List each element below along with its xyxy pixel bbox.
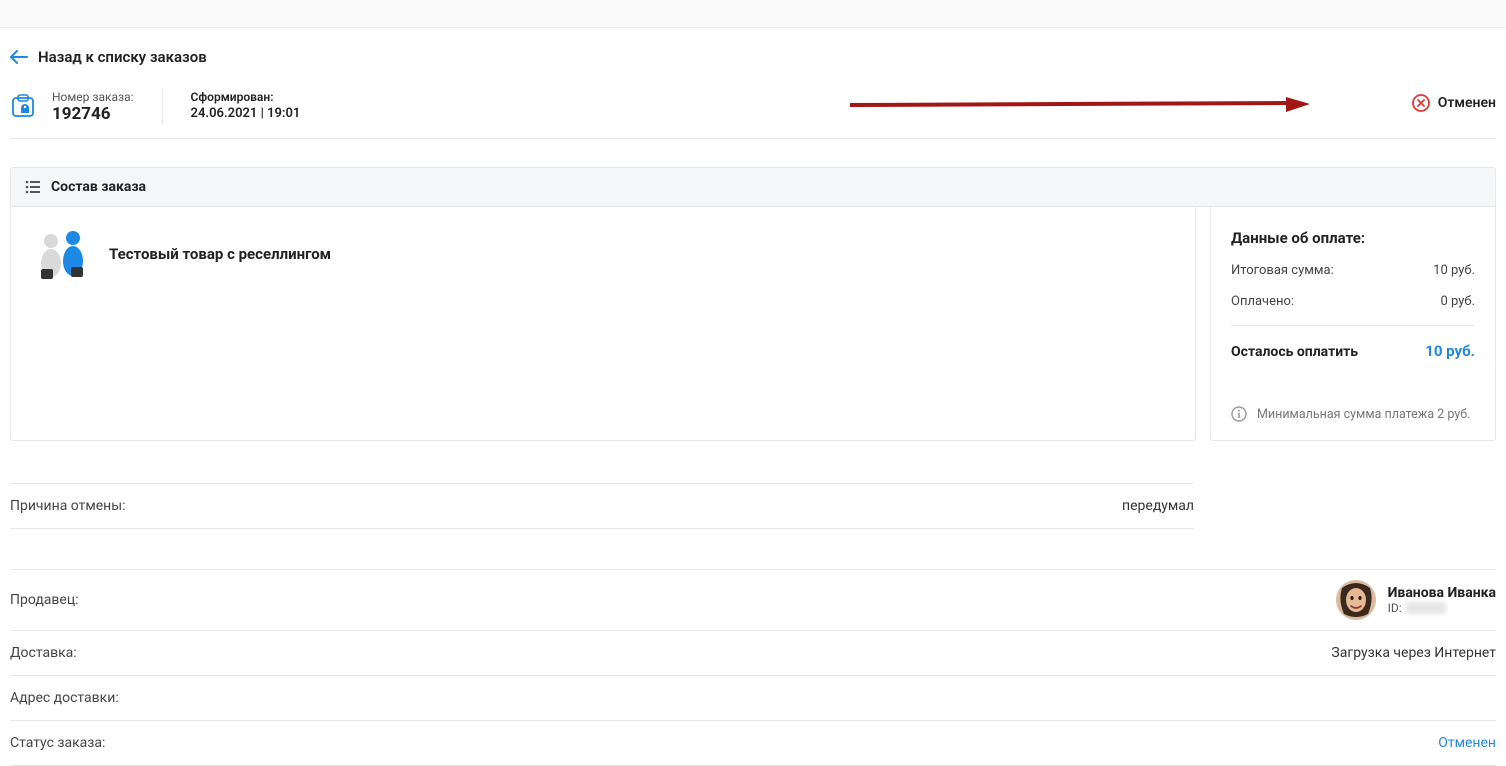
address-row: Адрес доставки: <box>10 676 1496 721</box>
list-icon <box>25 180 41 194</box>
seller-label: Продавец: <box>10 592 79 608</box>
formed-label: Сформирован: <box>191 90 301 104</box>
top-spacer <box>0 0 1506 28</box>
order-header: Номер заказа: 192746 Сформирован: 24.06.… <box>10 84 1496 139</box>
payment-total-value: 10 руб. <box>1433 263 1475 278</box>
annotation-arrow-icon <box>850 95 1310 115</box>
delivery-row: Доставка: Загрузка через Интернет <box>10 631 1496 676</box>
payment-paid-label: Оплачено: <box>1231 294 1294 309</box>
payment-paid-value: 0 руб. <box>1440 294 1475 309</box>
seller-avatar[interactable] <box>1336 580 1376 620</box>
payment-total-label: Итоговая сумма: <box>1231 263 1334 278</box>
payment-min-text: Минимальная сумма платежа 2 руб. <box>1257 407 1470 422</box>
product-line: Тестовый товар с реселлингом <box>31 225 1175 283</box>
payment-panel: Данные об оплате: Итоговая сумма: 10 руб… <box>1210 207 1496 441</box>
payment-remain-value: 10 руб. <box>1425 342 1475 360</box>
seller-id-prefix: ID: <box>1388 601 1402 615</box>
reason-row: Причина отмены: передумал <box>10 483 1194 529</box>
payment-remain-label: Осталось оплатить <box>1231 344 1358 360</box>
reason-value: передумал <box>1122 498 1194 514</box>
order-bag-icon <box>10 92 40 122</box>
reason-label: Причина отмены: <box>10 498 126 514</box>
order-status-row: Статус заказа: Отменен <box>10 721 1496 766</box>
order-composition-panel: Тестовый товар с реселлингом <box>10 207 1196 441</box>
composition-header-label: Состав заказа <box>51 179 146 195</box>
arrow-left-icon <box>10 50 28 64</box>
order-status-label: Статус заказа: <box>10 735 105 751</box>
seller-id-redacted <box>1406 602 1446 614</box>
back-link-label: Назад к списку заказов <box>38 48 207 66</box>
order-status-value[interactable]: Отменен <box>1438 735 1496 751</box>
order-formed-block: Сформирован: 24.06.2021 | 19:01 <box>163 90 301 121</box>
order-id-block: Номер заказа: 192746 <box>10 90 163 124</box>
product-thumbnail <box>31 225 93 283</box>
order-id-label: Номер заказа: <box>52 90 134 104</box>
payment-title: Данные об оплате: <box>1231 229 1475 247</box>
back-to-orders-link[interactable]: Назад к списку заказов <box>10 48 1496 66</box>
delivery-label: Доставка: <box>10 645 77 661</box>
formed-value: 24.06.2021 | 19:01 <box>191 106 301 121</box>
composition-header: Состав заказа <box>10 167 1496 207</box>
delivery-value: Загрузка через Интернет <box>1331 645 1496 661</box>
order-status-badge: Отменен <box>1412 90 1496 112</box>
address-label: Адрес доставки: <box>10 690 119 706</box>
seller-name[interactable]: Иванова Иванка <box>1388 585 1496 601</box>
divider <box>1231 325 1475 326</box>
order-status-text: Отменен <box>1438 95 1496 111</box>
cancel-circle-icon <box>1412 94 1430 112</box>
info-circle-icon <box>1231 406 1247 422</box>
order-id-value: 192746 <box>52 104 134 124</box>
payment-min-info: Минимальная сумма платежа 2 руб. <box>1231 406 1475 422</box>
seller-row: Продавец: Иванова Иванка ID: <box>10 569 1496 631</box>
product-title: Тестовый товар с реселлингом <box>109 245 331 263</box>
